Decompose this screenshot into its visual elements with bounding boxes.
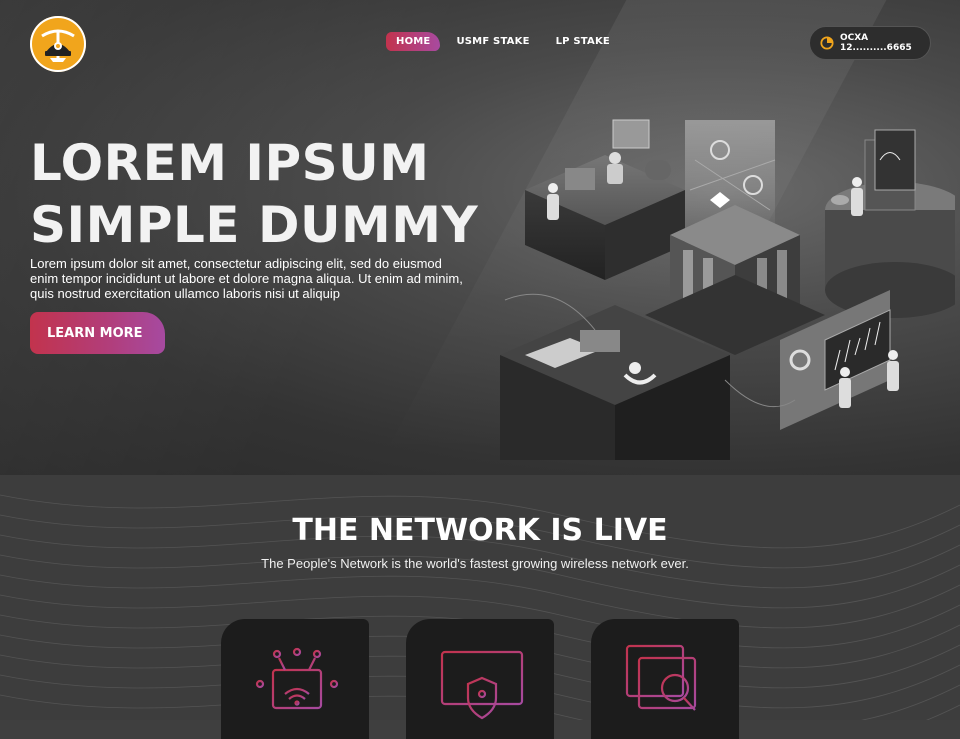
data-analytics-icon (625, 644, 697, 711)
wallet-button[interactable]: OCXA 12..........6665 (809, 26, 931, 60)
hero-section: HOME USMF STAKE LP STAKE OCXA 12........… (0, 0, 960, 475)
nav-home[interactable]: HOME (386, 32, 441, 51)
hero-title-line1: LOREM IPSUM (30, 134, 430, 192)
nav-lp-stake[interactable]: LP STAKE (546, 32, 620, 51)
miner-helmet-icon (41, 29, 75, 62)
pie-chart-icon (820, 36, 834, 50)
feature-card-secure[interactable] (406, 619, 554, 739)
hero-description: Lorem ipsum dolor sit amet, consectetur … (30, 256, 463, 301)
hero-title-line2: SIMPLE DUMMY (30, 196, 479, 254)
nav-usmf-stake[interactable]: USMF STAKE (446, 32, 539, 51)
main-nav: HOME USMF STAKE LP STAKE (386, 32, 620, 51)
learn-more-button[interactable]: LEARN MORE (30, 312, 165, 354)
wallet-address: OCXA 12..........6665 (839, 33, 912, 53)
network-subtitle: The People's Network is the world's fast… (261, 556, 689, 571)
feature-card-analytics[interactable] (591, 619, 739, 739)
hero-title: LOREM IPSUM SIMPLE DUMMY (30, 132, 478, 256)
iot-chip-wifi-icon (255, 647, 339, 722)
feature-card-iot[interactable] (221, 619, 369, 739)
secure-card-icon (440, 650, 524, 720)
isometric-network-illustration (500, 119, 955, 460)
network-title: THE NETWORK IS LIVE (292, 513, 668, 548)
logo[interactable] (30, 16, 86, 72)
